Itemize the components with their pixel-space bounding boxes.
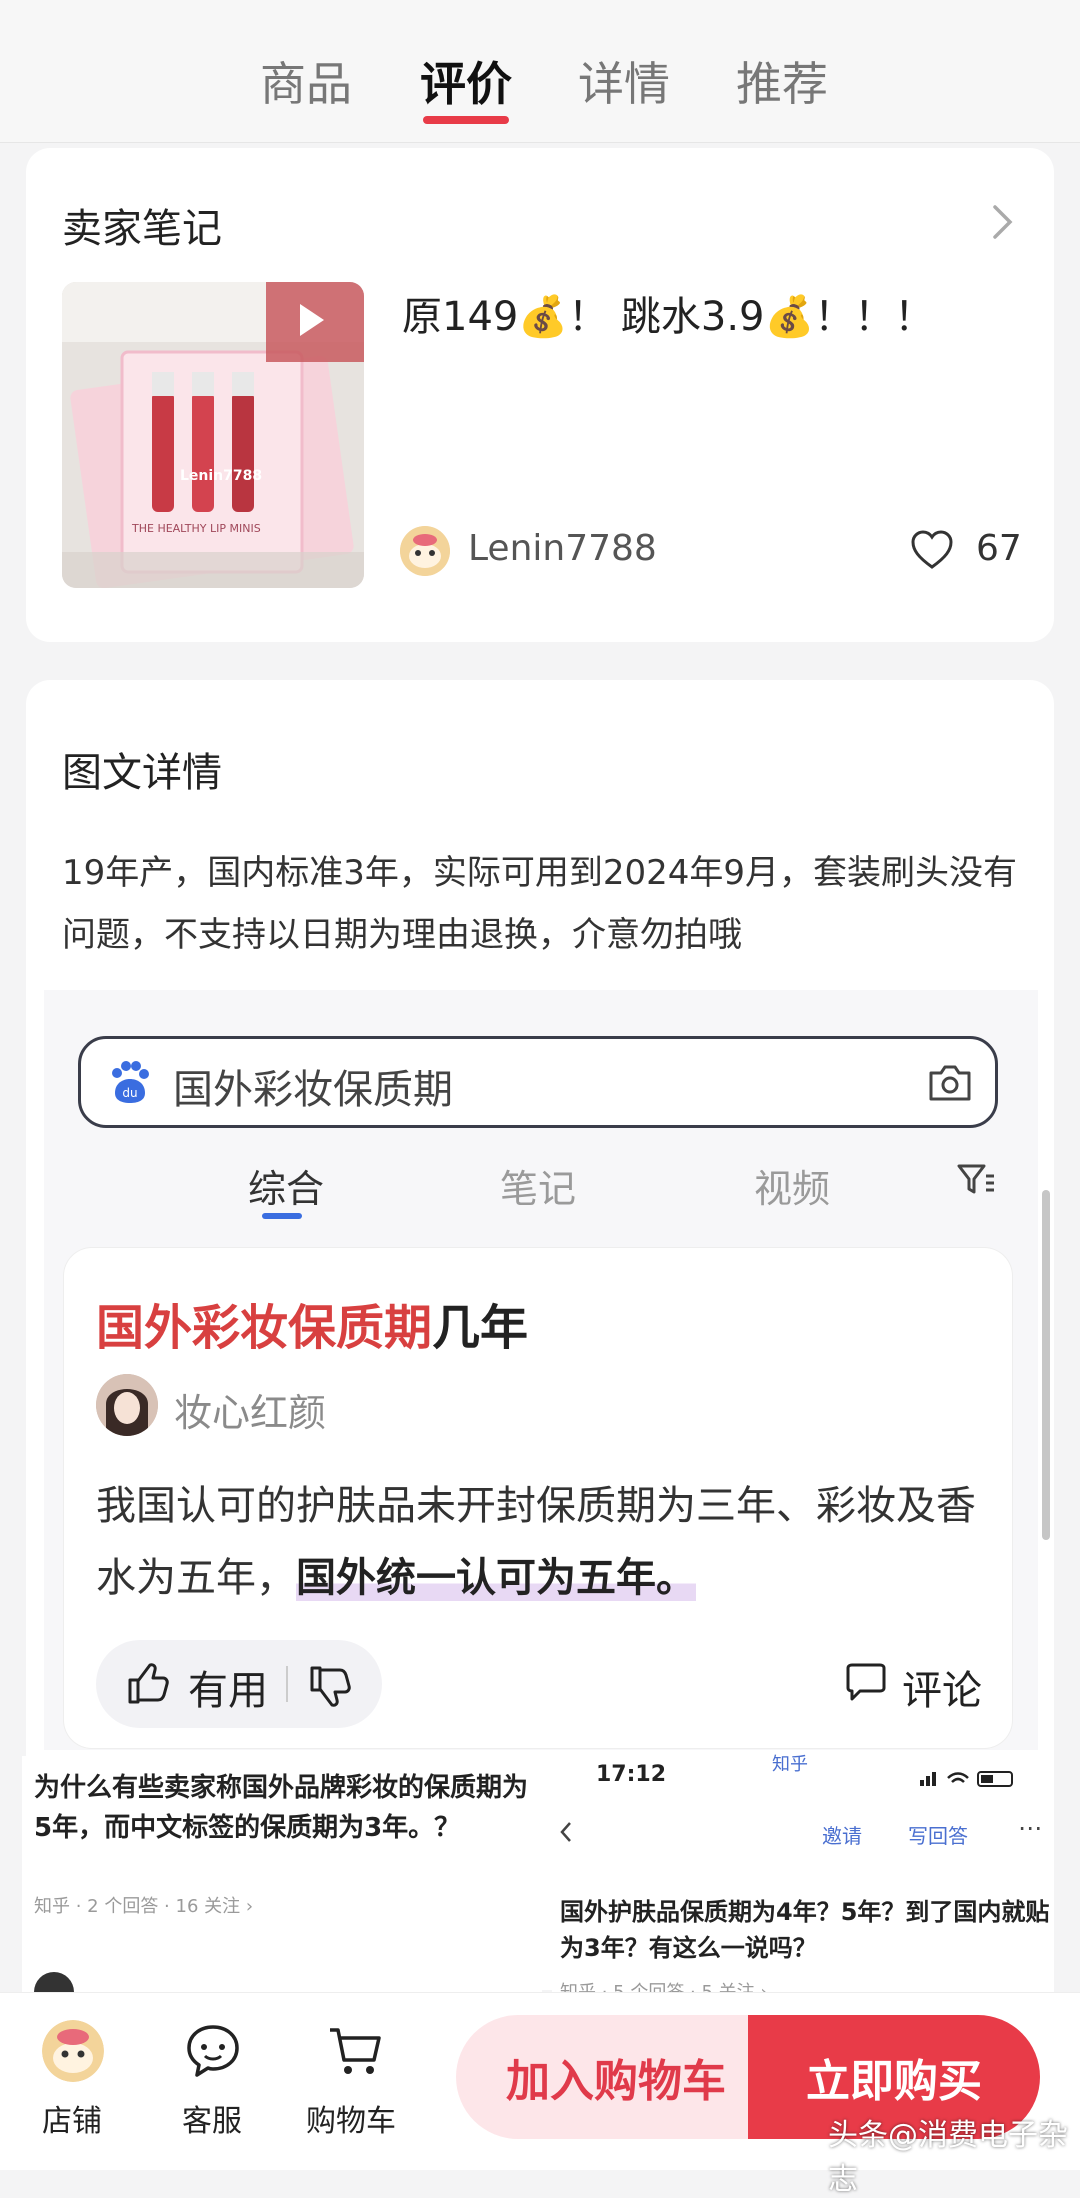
thumb-product-label: THE HEALTHY LIP MINIS — [132, 522, 261, 535]
result-author: 妆心红颜 — [174, 1391, 327, 1435]
result-title-rest: 几年 — [432, 1300, 529, 1356]
cart-label[interactable]: 购物车 — [306, 2096, 396, 2140]
zhihu-left-meta: 知乎 · 2 个回答 · 16 关注 › — [34, 1896, 254, 1917]
seller-notes-title: 卖家笔记 — [62, 206, 222, 252]
note-author[interactable]: Lenin7788 — [468, 528, 657, 569]
result-author-avatar — [96, 1374, 158, 1436]
search-tab-indicator — [262, 1213, 302, 1219]
comment-icon — [846, 1663, 886, 1701]
pill-divider — [286, 1666, 288, 1702]
watermark: 头条@消费电子杂志 — [828, 2118, 1068, 2197]
thumbs-up-icon — [128, 1663, 169, 1704]
zhihu-write: 写回答 — [908, 1824, 968, 1848]
zhihu-invite: 邀请 — [822, 1824, 862, 1848]
store-icon[interactable] — [42, 2020, 104, 2082]
status-icons — [920, 1771, 1013, 1787]
scrollbar — [1042, 1190, 1050, 1540]
baidu-logo-text: du — [122, 1086, 137, 1100]
tab-recommend[interactable]: 推荐 — [736, 48, 828, 114]
baidu-paw-icon: du — [112, 1061, 149, 1103]
comment-label: 评论 — [902, 1668, 982, 1714]
customer-service-icon[interactable] — [184, 2022, 242, 2080]
detail-text: 19年产，国内标准3年，实际可用到2024年9月，套装刷头没有问题，不支持以日期… — [62, 853, 1018, 955]
store-label[interactable]: 店铺 — [42, 2096, 102, 2140]
back-icon — [560, 1822, 571, 1842]
tab-reviews[interactable]: 评价 — [420, 48, 512, 114]
zhihu-right-question: 国外护肤品保质期为4年？5年？到了国内就贴为3年？有这么一说吗？ — [560, 1898, 1050, 1962]
thumb-caption: Lenin7788 — [180, 468, 263, 484]
more-icon: ⋯ — [1018, 1814, 1042, 1842]
detail-title: 图文详情 — [62, 750, 222, 796]
zhihu-question-left: 为什么有些卖家称国外品牌彩妆的保质期为5年，而中文标签的保质期为3年。？ 知乎 … — [22, 1756, 542, 1996]
chevron-right-icon[interactable] — [992, 204, 1014, 240]
result-title: 国外彩妆保质期几年 — [96, 1288, 528, 1358]
add-to-cart-button[interactable]: 加入购物车 — [456, 2015, 776, 2139]
top-tab-bar — [0, 0, 1080, 143]
search-bar: du 国外彩妆保质期 — [78, 1036, 998, 1128]
useful-pill: 有用 — [96, 1640, 382, 1728]
result-title-highlight: 国外彩妆保质期 — [96, 1300, 433, 1356]
zhihu-right-brand: 知乎 — [772, 1754, 808, 1775]
note-title[interactable]: 原149💰！ 跳水3.9💰！！！ — [402, 284, 934, 342]
like-count: 67 — [976, 528, 1022, 569]
filter-icon — [957, 1164, 994, 1194]
tab-details[interactable]: 详情 — [578, 48, 670, 114]
search-tab-notes: 笔记 — [500, 1167, 577, 1211]
tab-product[interactable]: 商品 — [260, 48, 352, 114]
active-tab-indicator — [423, 116, 509, 124]
cart-icon[interactable] — [326, 2022, 384, 2080]
zhihu-question-right: 17:12 知乎 邀请 写回答 ⋯ 国外护肤品保质期为4年？5年？到了国内就贴为… — [552, 1754, 1054, 2003]
service-label[interactable]: 客服 — [182, 2096, 242, 2140]
search-query: 国外彩妆保质期 — [173, 1067, 453, 1113]
zhihu-left-question: 为什么有些卖家称国外品牌彩妆的保质期为5年，而中文标签的保质期为3年。？ — [34, 1773, 529, 1843]
result-answer: 我国认可的护肤品未开封保质期为三年、彩妆及香水为五年，国外统一认可为五年。 — [96, 1470, 996, 1614]
thumbs-down-icon — [310, 1666, 351, 1707]
heart-icon[interactable] — [910, 530, 954, 570]
search-tab-video: 视频 — [754, 1167, 831, 1211]
note-thumbnail[interactable]: Lenin7788 THE HEALTHY LIP MINIS — [62, 282, 364, 588]
avatar[interactable] — [400, 526, 450, 576]
camera-icon — [929, 1065, 971, 1101]
answer-highlight: 国外统一认可为五年。 — [296, 1555, 696, 1601]
search-tab-all: 综合 — [248, 1167, 325, 1211]
zhihu-right-time: 17:12 — [596, 1762, 667, 1787]
useful-label: 有用 — [188, 1668, 268, 1714]
